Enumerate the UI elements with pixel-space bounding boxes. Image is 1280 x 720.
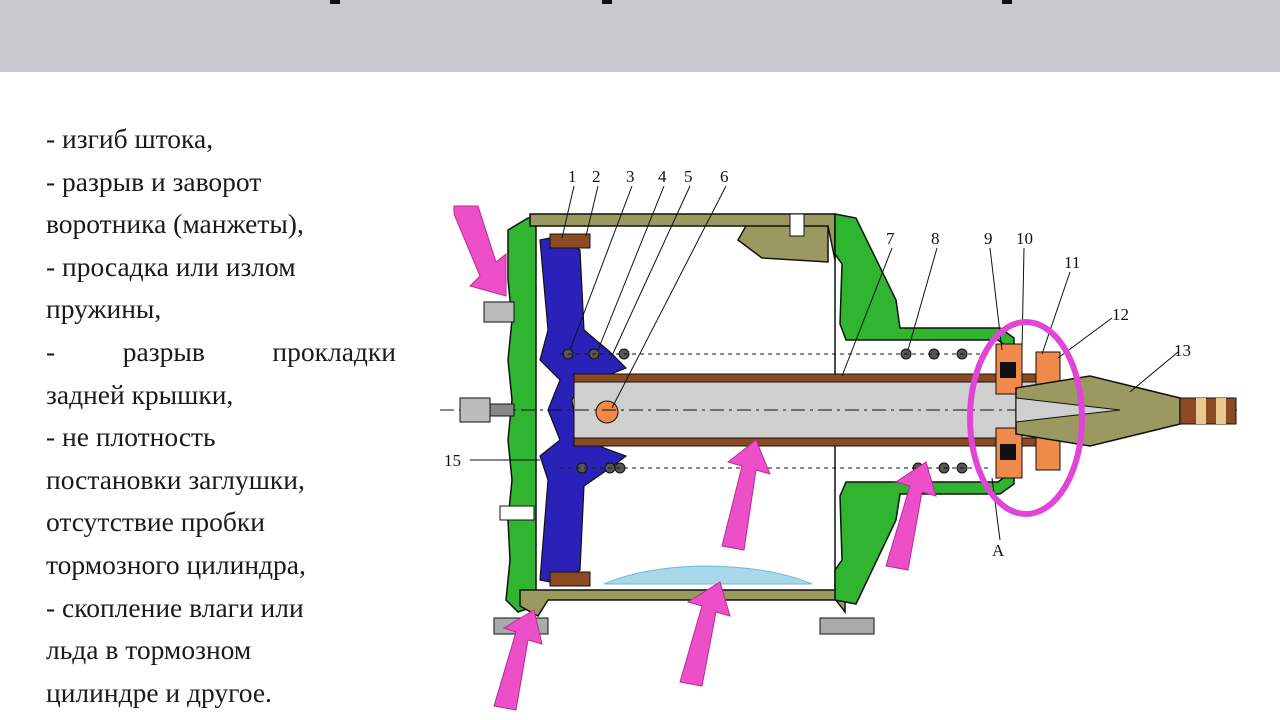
- callout-9: 9: [984, 229, 993, 248]
- pink-arrow-icon: [453, 205, 507, 297]
- callout-1: 1: [568, 167, 577, 186]
- rod-pin: [595, 400, 619, 424]
- callout-10: 10: [1016, 229, 1033, 248]
- callout-3: 3: [626, 167, 635, 186]
- ice-puddle: [603, 565, 813, 585]
- front-bolt: [459, 301, 515, 423]
- callout-15: 15: [444, 451, 461, 470]
- callout-11: 11: [1064, 253, 1080, 272]
- callout-6: 6: [720, 167, 729, 186]
- callout-8: 8: [931, 229, 940, 248]
- callout-2: 2: [592, 167, 601, 186]
- brake-cylinder-diagram: 1 2 3 4 5 6 7 8 9 10 11 12 13 15 A: [440, 167, 1240, 711]
- callout-5: 5: [684, 167, 693, 186]
- label-a: A: [992, 541, 1005, 560]
- pink-arrow-icon: [721, 439, 771, 551]
- rod-fork: [1015, 375, 1237, 447]
- callout-13: 13: [1174, 341, 1191, 360]
- callout-7: 7: [886, 229, 895, 248]
- callout-12: 12: [1112, 305, 1129, 324]
- mounting-bolts: [493, 617, 875, 635]
- callout-4: 4: [658, 167, 667, 186]
